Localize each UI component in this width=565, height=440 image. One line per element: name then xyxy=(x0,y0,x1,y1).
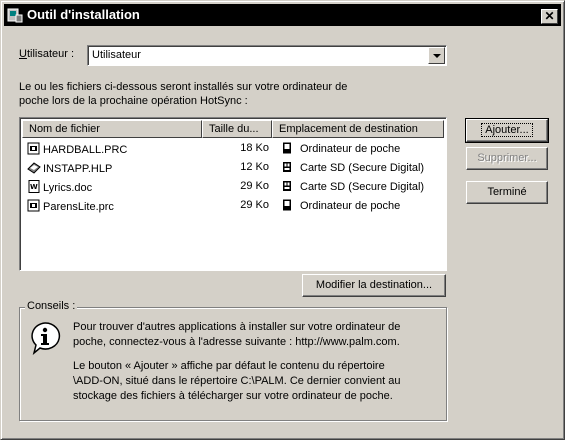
prc-file-icon xyxy=(27,142,40,155)
prc-file-icon xyxy=(27,199,40,212)
tips-line-1: Pour trouver d'autres applications à ins… xyxy=(73,321,401,333)
tips-line-5: stockage des fichiers à télécharger sur … xyxy=(73,390,393,402)
file-list[interactable]: Nom de fichier Taille du... Emplacement … xyxy=(19,117,447,271)
intro-line-1: Le ou les fichiers ci-dessous seront ins… xyxy=(19,81,348,93)
file-name: HARDBALL.PRC xyxy=(43,144,128,156)
table-row[interactable]: W Lyrics.doc 29 Ko Carte SD (Secure Digit… xyxy=(22,177,446,196)
sd-card-icon xyxy=(283,181,291,191)
close-button[interactable]: ✕ xyxy=(541,9,558,24)
tips-line-3: Le bouton « Ajouter » affiche par défaut… xyxy=(73,360,385,372)
chevron-down-icon[interactable] xyxy=(428,47,445,64)
intro-line-2: poche lors de la prochaine opération Hot… xyxy=(19,95,248,107)
file-destination: Carte SD (Secure Digital) xyxy=(300,162,425,174)
file-destination: Ordinateur de poche xyxy=(300,200,401,212)
handheld-icon xyxy=(283,142,291,154)
done-button[interactable]: Terminé xyxy=(466,181,548,204)
remove-button[interactable]: Supprimer... xyxy=(466,147,548,170)
file-size: 12 Ko xyxy=(240,161,269,173)
table-row[interactable]: ParensLite.prc 29 Ko Ordinateur de poche xyxy=(22,196,446,215)
help-file-icon xyxy=(27,162,41,174)
table-row[interactable]: HARDBALL.PRC 18 Ko Ordinateur de poche xyxy=(22,139,446,158)
file-name: ParensLite.prc xyxy=(43,201,114,213)
doc-file-icon: W xyxy=(28,180,40,193)
user-select-value: Utilisateur xyxy=(92,49,141,61)
user-label-text: tilisateur : xyxy=(26,48,75,60)
info-icon xyxy=(31,322,61,355)
column-header-size[interactable]: Taille du... xyxy=(202,120,272,138)
file-destination: Ordinateur de poche xyxy=(300,143,401,155)
tips-title: Conseils : xyxy=(25,300,78,312)
title-bar[interactable]: Outil d'installation ✕ xyxy=(4,4,561,26)
add-button-label: Ajouter... xyxy=(481,123,533,137)
column-header-filename[interactable]: Nom de fichier xyxy=(22,120,202,138)
table-row[interactable]: INSTAPP.HLP 12 Ko Carte SD (Secure Digit… xyxy=(22,158,446,177)
file-size: 18 Ko xyxy=(240,142,269,154)
file-size: 29 Ko xyxy=(240,180,269,192)
svg-text:W: W xyxy=(30,183,38,191)
sd-card-icon xyxy=(283,162,291,172)
file-name: Lyrics.doc xyxy=(43,182,93,194)
window-title: Outil d'installation xyxy=(27,7,140,22)
handheld-icon xyxy=(283,199,291,211)
install-tool-window: Outil d'installation ✕ Utilisateur : Uti… xyxy=(0,0,565,440)
add-button[interactable]: Ajouter... xyxy=(465,118,549,143)
user-select[interactable]: Utilisateur xyxy=(87,45,447,66)
change-destination-button[interactable]: Modifier la destination... xyxy=(302,274,446,297)
user-label: Utilisateur : xyxy=(19,48,75,60)
file-destination: Carte SD (Secure Digital) xyxy=(300,181,425,193)
column-header-destination[interactable]: Emplacement de destination xyxy=(272,120,444,138)
file-name: INSTAPP.HLP xyxy=(43,163,113,175)
tips-line-4: \ADD-ON, situé dans le répertoire C:\PAL… xyxy=(73,375,401,387)
install-tool-icon xyxy=(7,8,23,23)
tips-line-2: poche, connectez-vous à l'adresse suivan… xyxy=(73,336,400,348)
file-size: 29 Ko xyxy=(240,199,269,211)
